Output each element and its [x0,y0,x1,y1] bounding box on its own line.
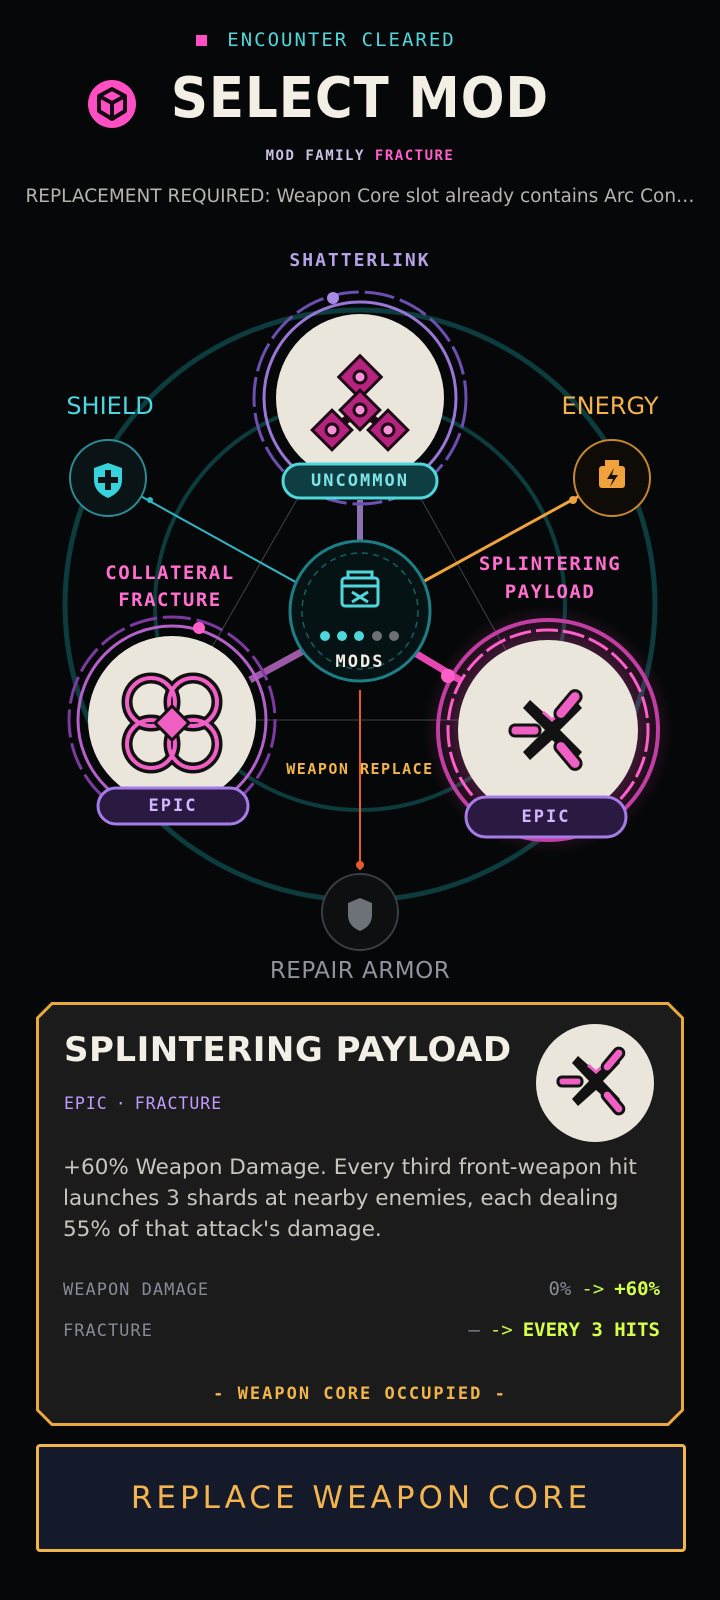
cube-icon [88,80,136,128]
hub-label: MODS [335,652,385,672]
mod-family-value: FRACTURE [374,148,455,164]
mod-name-shatterlink: SHATTERLINK [289,250,431,271]
mod-name-collateral-fracture: COLLATERAL FRACTURE [80,560,260,614]
stat-to: +60% [614,1278,660,1300]
rarity-label-epic-right: EPIC [521,807,571,827]
stat-label-fracture: FRACTURE [63,1321,153,1341]
replace-weapon-core-button[interactable]: REPLACE WEAPON CORE [36,1444,686,1552]
mod-name-line2: FRACTURE [118,589,222,611]
replacement-warning: REPLACEMENT REQUIRED: Weapon Core slot a… [25,186,695,207]
weapon-replace-label: WEAPON REPLACE [286,760,434,778]
mod-name-line2: PAYLOAD [504,581,596,603]
replace-button-label: REPLACE WEAPON CORE [130,1480,592,1516]
stat-from: — [468,1319,480,1341]
stat-value-weapon-damage: 0% -> +60% [330,1278,660,1300]
slot-label-repair-armor: REPAIR ARMOR [269,958,451,984]
slot-shield[interactable] [69,439,147,517]
slot-label-energy: ENERGY [561,392,659,420]
detail-description: +60% Weapon Damage. Every third front-we… [63,1155,637,1242]
detail-family: FRACTURE [134,1094,223,1113]
status-marker-icon [196,34,208,46]
detail-separator: · [115,1094,127,1113]
encounter-status-text: ENCOUNTER CLEARED [227,29,456,51]
stat-to: EVERY 3 HITS [522,1319,660,1341]
mod-family-key: MOD FAMILY [265,148,365,164]
slot-repair-armor[interactable] [321,873,399,951]
rarity-label-uncommon: UNCOMMON [311,471,409,491]
mod-name-line1: COLLATERAL [105,562,235,584]
encounter-status: ENCOUNTER CLEARED [0,26,720,54]
mod-name-line1: SPLINTERING [478,553,622,575]
detail-title: SPLINTERING PAYLOAD [64,1030,512,1070]
stat-from: 0% [548,1278,572,1300]
detail-rarity: EPIC [64,1094,108,1113]
mod-name-splintering-payload: SPLINTERING PAYLOAD [450,550,650,606]
page-title: SELECT MOD [170,66,550,131]
stat-arrow: -> [489,1319,513,1341]
detail-rarity-family: EPIC · FRACTURE [64,1094,364,1113]
stat-label-weapon-damage: WEAPON DAMAGE [63,1280,210,1300]
slot-occupied-notice: - WEAPON CORE OCCUPIED - [213,1384,507,1404]
slot-label-shield: SHIELD [66,392,154,420]
stat-value-fracture: — -> EVERY 3 HITS [330,1319,660,1341]
slot-energy[interactable] [573,439,651,517]
rarity-label-epic-left: EPIC [148,796,198,816]
mod-family: MOD FAMILY FRACTURE [0,148,720,164]
detail-splintering-payload-icon [536,1024,654,1142]
stat-arrow: -> [581,1278,605,1300]
